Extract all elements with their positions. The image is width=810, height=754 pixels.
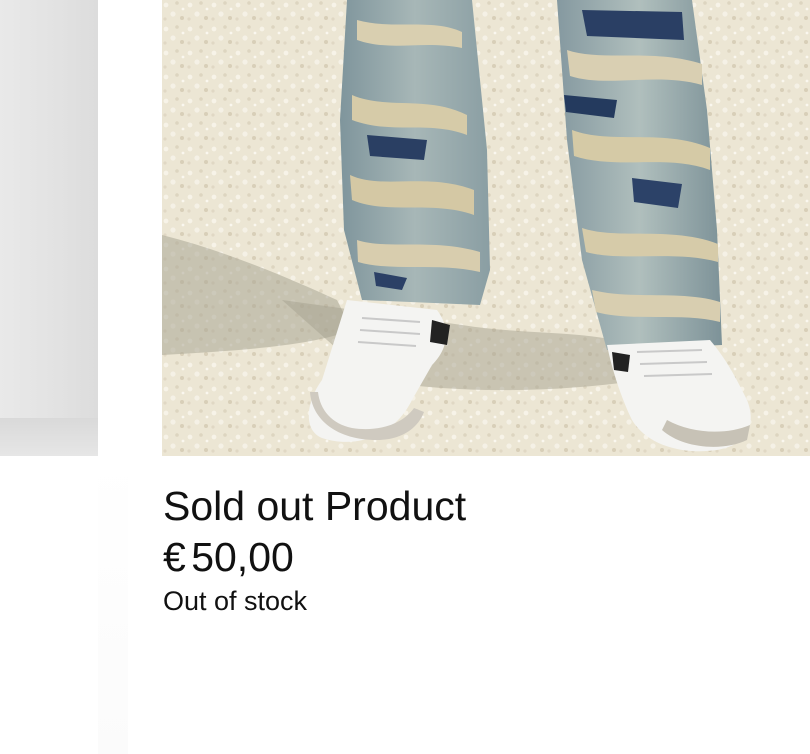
product-photo (162, 0, 810, 456)
product-card[interactable]: Sold out Product € 50,00 Out of stock (162, 0, 810, 754)
product-price: € 50,00 (163, 534, 294, 580)
product-grid-page: Sold out Product € 50,00 Out of stock (0, 0, 810, 754)
product-image[interactable] (162, 0, 810, 456)
previous-product-image[interactable] (0, 0, 98, 456)
product-title[interactable]: Sold out Product (163, 482, 466, 530)
grid-gutter (98, 456, 128, 754)
image-floor-shadow (0, 418, 98, 456)
stock-status-label: Out of stock (163, 586, 308, 616)
